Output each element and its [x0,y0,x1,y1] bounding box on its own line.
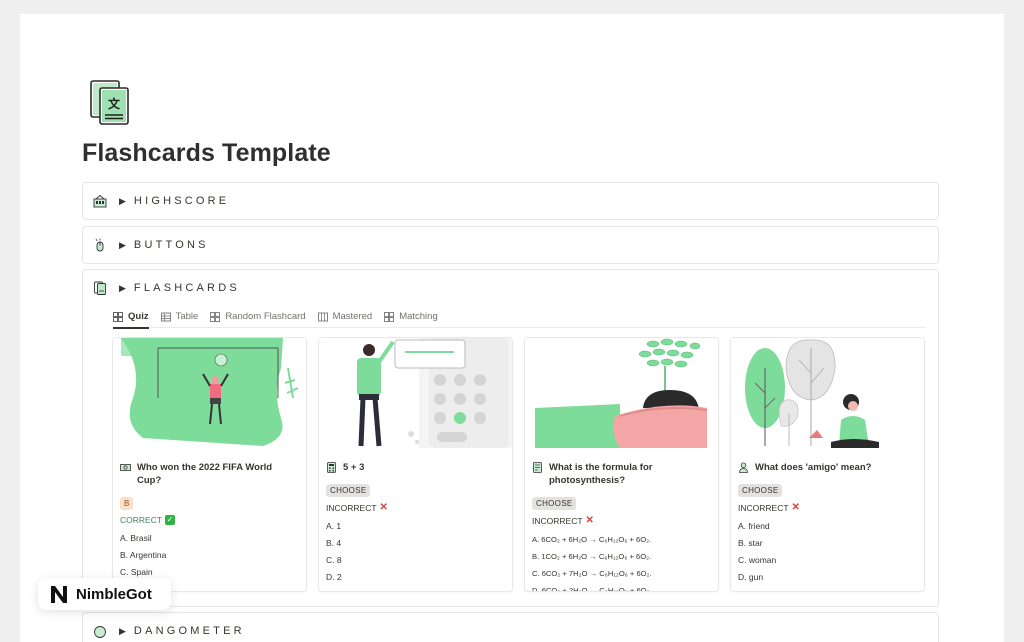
toggle-arrow-icon[interactable]: ▶ [119,283,126,294]
notion-page: 文 Flashcards Template ▶ HIGHSCORE ▶ BUTT… [20,14,1004,642]
reading-illustration [731,338,924,448]
translate-card-icon[interactable]: 文 [90,80,130,126]
tab-quiz[interactable]: Quiz [113,306,149,329]
tab-label: Mastered [332,311,373,322]
brand-watermark: NimbleGot [38,578,171,610]
choose-tag: CHOOSE [326,484,371,497]
soccer-illustration [113,338,306,448]
page-title: Flashcards Template [82,139,331,167]
option-item: D. 6CO₂ + 2H₂O → C₆H₁₂O₆ + 6O₂. [532,586,652,592]
option-item: A. Brasil [120,533,152,543]
gallery-cards: Who won the 2022 FIFA World Cup? B CORRE… [112,337,925,592]
cross-icon: ✕ [585,515,594,526]
gallery-icon [210,311,221,322]
keypad-illustration [319,338,512,448]
flashcard-card[interactable]: What is the formula for photosynthesis? … [524,337,719,592]
option-item: B. 4 [326,538,342,548]
tab-mastered[interactable]: Mastered [317,306,373,328]
cross-icon: ✕ [379,502,388,513]
database-view-tabs: Quiz Table Random Flashcard Mastered Mat… [113,306,926,329]
flashcard-card[interactable]: 5 + 3 CHOOSE INCORRECT ✕ A. 1 B. 4 C. 8 … [318,337,513,592]
toggle-header[interactable]: ▶ DANGOMETER [83,613,938,642]
toggle-highscore: ▶ HIGHSCORE [82,182,939,220]
scoreboard-icon [93,194,107,208]
tab-label: Quiz [128,311,149,322]
tab-matching[interactable]: Matching [384,306,438,328]
choose-tag: CHOOSE [738,484,783,497]
tab-label: Random Flashcard [225,311,306,322]
card-question: What is the formula for photosynthesis? [532,461,711,487]
option-item: B. Argentina [120,550,167,560]
toggle-header[interactable]: ▶ HIGHSCORE [83,183,938,219]
tab-label: Table [175,311,199,322]
option-item: A. friend [738,521,770,531]
gallery-icon [113,311,123,322]
check-icon: ✓ [165,515,176,525]
section-label: BUTTONS [133,239,209,251]
toggle-header[interactable]: ▶ BUTTONS [83,227,938,263]
result-status: INCORRECT ✕ [326,502,388,513]
option-item: B. star [738,538,763,548]
toggle-arrow-icon[interactable]: ▶ [119,240,126,251]
card-question: Who won the 2022 FIFA World Cup? [120,461,299,487]
svg-text:文: 文 [108,96,121,111]
option-item: D. 2 [326,572,342,582]
document-icon [533,462,542,473]
result-status: CORRECT ✓ [120,515,176,525]
option-item: B. 1CO₂ + 6H₂O → C₆H₁₂O₆ + 6O₂. [532,552,652,561]
option-item: C. woman [738,555,777,565]
flashcard-icon [94,281,106,295]
option-item: A. 1 [326,521,342,531]
gallery-icon [384,311,395,322]
section-label: HIGHSCORE [133,195,230,207]
plant-illustration [525,338,718,448]
person-icon [739,462,748,473]
result-status: INCORRECT ✕ [532,515,594,526]
gauge-icon [94,626,106,638]
toggle-buttons: ▶ BUTTONS [82,226,939,264]
brand-name: NimbleGot [76,585,152,603]
mouse-click-icon [95,238,104,252]
choose-tag: CHOOSE [532,497,577,510]
board-icon [317,312,328,321]
toggle-arrow-icon[interactable]: ▶ [119,196,126,207]
flashcard-card[interactable]: Who won the 2022 FIFA World Cup? B CORRE… [112,337,307,592]
toggle-flashcards: ▶ FLASHCARDS Quiz Table Random Flashcard… [82,269,939,607]
result-status: INCORRECT ✕ [738,502,800,513]
card-question: 5 + 3 [326,461,505,474]
calculator-icon [327,462,336,473]
nimblegot-logo-icon [51,586,67,603]
tab-random-flashcard[interactable]: Random Flashcard [210,306,306,328]
money-icon [120,464,131,471]
option-item: C. 8 [326,555,342,565]
table-icon [160,312,171,321]
section-label: DANGOMETER [133,625,245,637]
toggle-dangometer: ▶ DANGOMETER [82,612,939,642]
toggle-header[interactable]: ▶ FLASHCARDS [83,270,938,306]
toggle-arrow-icon[interactable]: ▶ [119,626,126,637]
option-item: D. gun [738,572,764,582]
answer-tag: B [120,497,134,510]
cross-icon: ✕ [791,502,800,513]
option-item: A. 6CO₂ + 6H₂O → C₆H₁₂O₆ + 6O₂. [532,535,652,544]
section-label: FLASHCARDS [133,282,240,294]
card-question: What does 'amigo' mean? [738,461,917,474]
flashcard-card[interactable]: What does 'amigo' mean? CHOOSE INCORRECT… [730,337,925,592]
tab-table[interactable]: Table [160,306,199,328]
tab-label: Matching [399,311,438,322]
option-item: C. 6CO₂ + 7H₂O → C₆H₁₂O₆ + 6O₂. [532,569,652,578]
